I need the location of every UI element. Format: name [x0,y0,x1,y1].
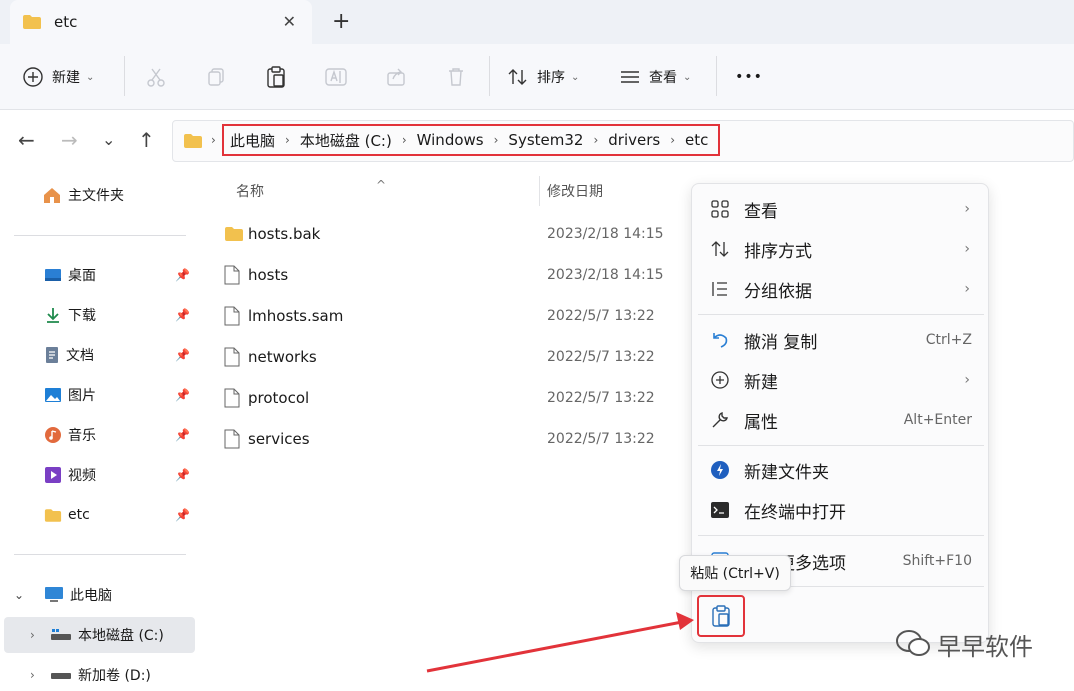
watermark: 早早软件 [895,624,1033,664]
wechat-icon [896,630,930,656]
annotation-arrow [426,612,694,673]
watermark-text: 早早软件 [937,632,1033,661]
